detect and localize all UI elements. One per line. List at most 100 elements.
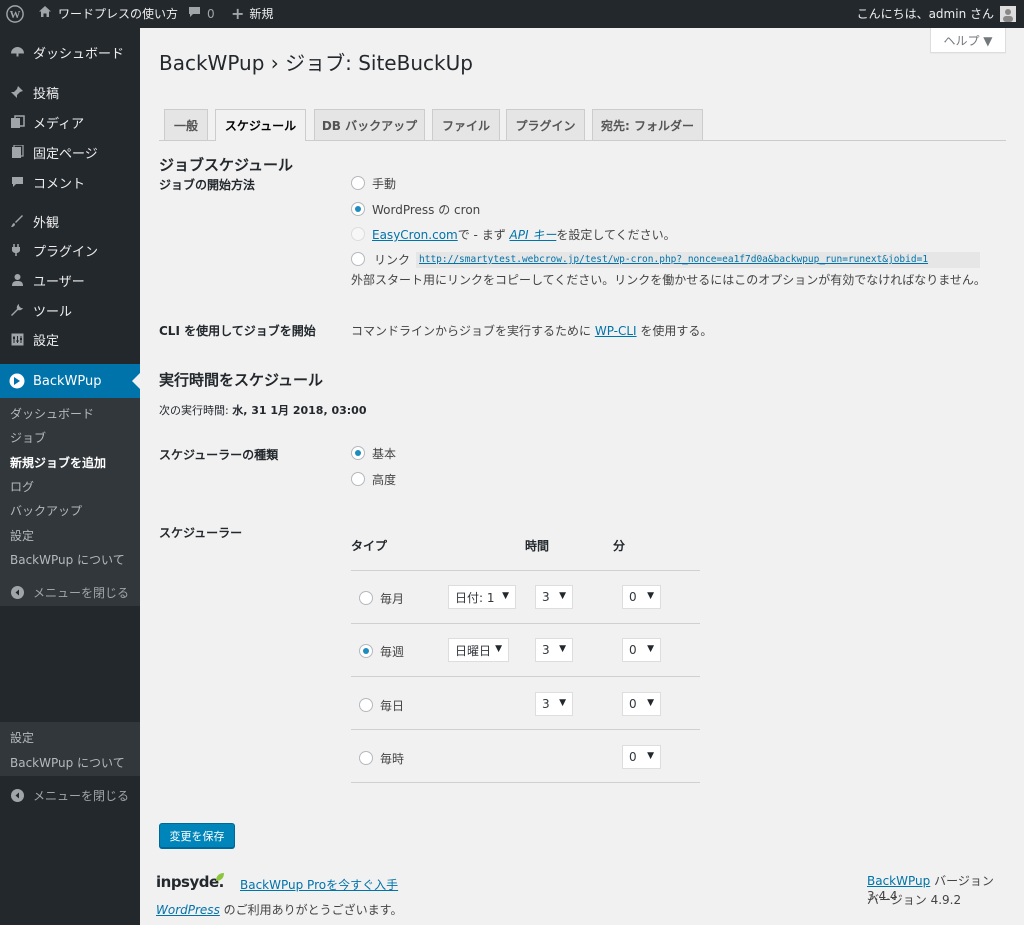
inpsyde-logo[interactable]: inpsyde. bbox=[156, 873, 224, 891]
sidebar-item-label: 固定ページ bbox=[33, 146, 98, 162]
backwpup-version-link[interactable]: BackWPup bbox=[867, 874, 930, 888]
tab-db-backup[interactable]: DB バックアップ bbox=[314, 109, 425, 140]
submenu-item-add-new-job[interactable]: 新規ジョブを追加 bbox=[10, 454, 106, 471]
wp-cron-label: WordPress の cron bbox=[372, 203, 481, 217]
plugin-icon bbox=[9, 242, 25, 258]
daily-radio[interactable] bbox=[359, 698, 373, 712]
sidebar-item-backwpup[interactable]: BackWPup bbox=[0, 364, 140, 398]
help-label: ヘルプ ▼ bbox=[943, 33, 993, 48]
submenu-item-backups[interactable]: バックアップ bbox=[10, 502, 82, 519]
dropdown-arrow-icon: ▼ bbox=[502, 591, 509, 601]
sidebar-item-comments[interactable]: コメント bbox=[0, 167, 140, 197]
wrench-icon bbox=[9, 302, 25, 318]
help-button[interactable]: ヘルプ ▼ bbox=[930, 28, 1006, 53]
new-content-link[interactable]: + 新規 bbox=[231, 0, 273, 28]
submenu-item-settings[interactable]: 設定 bbox=[10, 527, 34, 544]
main-content: ヘルプ ▼ BackWPup › ジョブ: SiteBuckUp 一般 スケジュ… bbox=[140, 28, 1024, 925]
tab-schedule[interactable]: スケジュール bbox=[215, 109, 306, 141]
sidebar-item-users[interactable]: ユーザー bbox=[0, 265, 140, 295]
collapse-label: メニューを閉じる bbox=[33, 585, 130, 600]
daily-hour-select[interactable]: 3 ▼ bbox=[535, 692, 573, 716]
cli-text: コマンドラインからジョブを実行するために WP-CLI を使用する。 bbox=[351, 322, 712, 339]
cli-label: CLI を使用してジョブを開始 bbox=[159, 324, 316, 338]
daily-minute-select[interactable]: 0 ▼ bbox=[622, 692, 661, 716]
backwpup-pro-link[interactable]: BackWPup Proを今すぐ入手 bbox=[240, 878, 398, 892]
collapse-arrow-icon bbox=[9, 584, 25, 600]
select-value: 3 bbox=[542, 590, 550, 604]
submenu-item-about[interactable]: BackWPup について bbox=[10, 754, 125, 771]
wp-cli-link[interactable]: WP-CLI bbox=[595, 324, 637, 338]
leaf-icon bbox=[215, 868, 225, 886]
tab-general[interactable]: 一般 bbox=[164, 109, 208, 140]
site-name-link[interactable]: ワードプレスの使い方 bbox=[38, 0, 178, 28]
weekly-minute-select[interactable]: 0 ▼ bbox=[622, 638, 661, 662]
sidebar-item-settings[interactable]: 設定 bbox=[0, 324, 140, 354]
weekly-label: 毎週 bbox=[380, 645, 405, 659]
weekly-hour-select[interactable]: 3 ▼ bbox=[535, 638, 573, 662]
wordpress-link[interactable]: WordPress bbox=[156, 903, 220, 917]
wordpress-logo-icon[interactable]: W bbox=[6, 0, 24, 28]
sidebar-item-label: 設定 bbox=[33, 333, 60, 349]
select-value: 0 bbox=[629, 643, 637, 657]
sidebar-item-label: ダッシュボード bbox=[33, 46, 125, 62]
section-title-job-schedule: ジョブスケジュール bbox=[159, 156, 293, 174]
monthly-minute-select[interactable]: 0 ▼ bbox=[622, 585, 661, 609]
submenu-item-dashboard[interactable]: ダッシュボード bbox=[10, 405, 94, 422]
comments-link[interactable]: 0 bbox=[188, 0, 215, 28]
manual-radio[interactable] bbox=[351, 176, 365, 190]
api-key-link[interactable]: API キー bbox=[510, 228, 557, 242]
page-title: BackWPup › ジョブ: SiteBuckUp bbox=[159, 51, 473, 75]
sidebar-item-media[interactable]: メディア bbox=[0, 107, 140, 137]
monthly-radio[interactable] bbox=[359, 591, 373, 605]
tab-plugins[interactable]: プラグイン bbox=[506, 109, 585, 140]
sidebar-item-pages[interactable]: 固定ページ bbox=[0, 137, 140, 167]
sidebar-item-label: BackWPup bbox=[33, 373, 102, 389]
dropdown-arrow-icon: ▼ bbox=[495, 644, 502, 654]
sidebar-item-tools[interactable]: ツール bbox=[0, 295, 140, 325]
monthly-day-select[interactable]: 日付: 1 ▼ bbox=[448, 585, 516, 609]
sidebar-item-posts[interactable]: 投稿 bbox=[0, 77, 140, 107]
dropdown-arrow-icon: ▼ bbox=[559, 591, 566, 601]
pro-link-wrap: BackWPup Proを今すぐ入手 bbox=[240, 876, 398, 893]
monthly-hour-select[interactable]: 3 ▼ bbox=[535, 585, 573, 609]
hourly-minute-select[interactable]: 0 ▼ bbox=[622, 745, 661, 769]
submenu-item-logs[interactable]: ログ bbox=[10, 478, 34, 495]
tab-destination-folder[interactable]: 宛先: フォルダー bbox=[592, 109, 703, 140]
sidebar-item-plugins[interactable]: プラグイン bbox=[0, 235, 140, 265]
dropdown-arrow-icon: ▼ bbox=[647, 698, 654, 708]
link-radio[interactable] bbox=[351, 252, 365, 266]
easycron-radio bbox=[351, 227, 365, 241]
collapse-menu-button[interactable]: メニューを閉じる bbox=[0, 578, 140, 606]
collapse-menu-button[interactable]: メニューを閉じる bbox=[0, 781, 140, 809]
save-button[interactable]: 変更を保存 bbox=[159, 823, 235, 848]
dropdown-arrow-icon: ▼ bbox=[559, 644, 566, 654]
easycron-link[interactable]: EasyCron.com bbox=[372, 228, 458, 242]
weekly-radio[interactable] bbox=[359, 644, 373, 658]
table-divider bbox=[351, 782, 700, 783]
next-run-text: 次の実行時間: 水, 31 1月 2018, 03:00 bbox=[159, 402, 366, 418]
comments-count: 0 bbox=[207, 7, 215, 21]
col-type-header: タイプ bbox=[351, 539, 388, 553]
submenu-item-about[interactable]: BackWPup について bbox=[10, 551, 125, 568]
wp-version: バージョン 4.9.2 bbox=[867, 893, 962, 907]
link-description: 外部スタート用にリンクをコピーしてください。リンクを働かせるにはこのオプションが… bbox=[351, 273, 986, 287]
submenu-item-jobs[interactable]: ジョブ bbox=[10, 429, 46, 446]
account-menu[interactable]: こんにちは、admin さん bbox=[857, 0, 1016, 28]
scheduler-advanced-label: 高度 bbox=[372, 473, 397, 487]
hourly-radio[interactable] bbox=[359, 751, 373, 765]
submenu-item-settings[interactable]: 設定 bbox=[10, 729, 34, 746]
wp-cron-radio[interactable] bbox=[351, 202, 365, 216]
select-value: 0 bbox=[629, 750, 637, 764]
collapse-label: メニューを閉じる bbox=[33, 788, 130, 803]
tab-files[interactable]: ファイル bbox=[432, 109, 500, 140]
scheduler-basic-radio[interactable] bbox=[351, 446, 365, 460]
backwpup-icon bbox=[9, 373, 25, 389]
weekly-day-select[interactable]: 日曜日 ▼ bbox=[448, 638, 509, 662]
sidebar-item-dashboard[interactable]: ダッシュボード bbox=[0, 37, 140, 67]
scheduler-advanced-radio[interactable] bbox=[351, 472, 365, 486]
next-run-label: 次の実行時間: bbox=[159, 404, 233, 417]
sidebar-item-appearance[interactable]: 外観 bbox=[0, 206, 140, 236]
cron-url[interactable]: http://smartytest.webcrow.jp/test/wp-cro… bbox=[416, 252, 980, 268]
settings-icon bbox=[9, 331, 25, 347]
table-divider bbox=[351, 570, 700, 571]
